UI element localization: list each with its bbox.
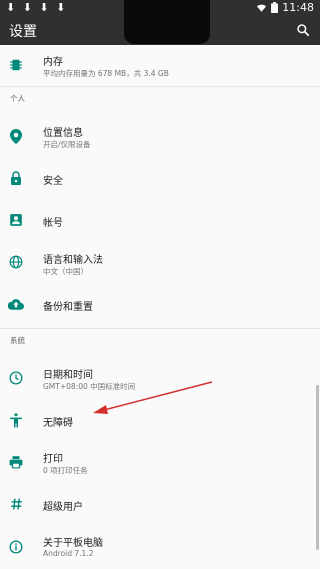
annotation-arrow	[93, 381, 213, 414]
camera-notch	[124, 0, 210, 44]
